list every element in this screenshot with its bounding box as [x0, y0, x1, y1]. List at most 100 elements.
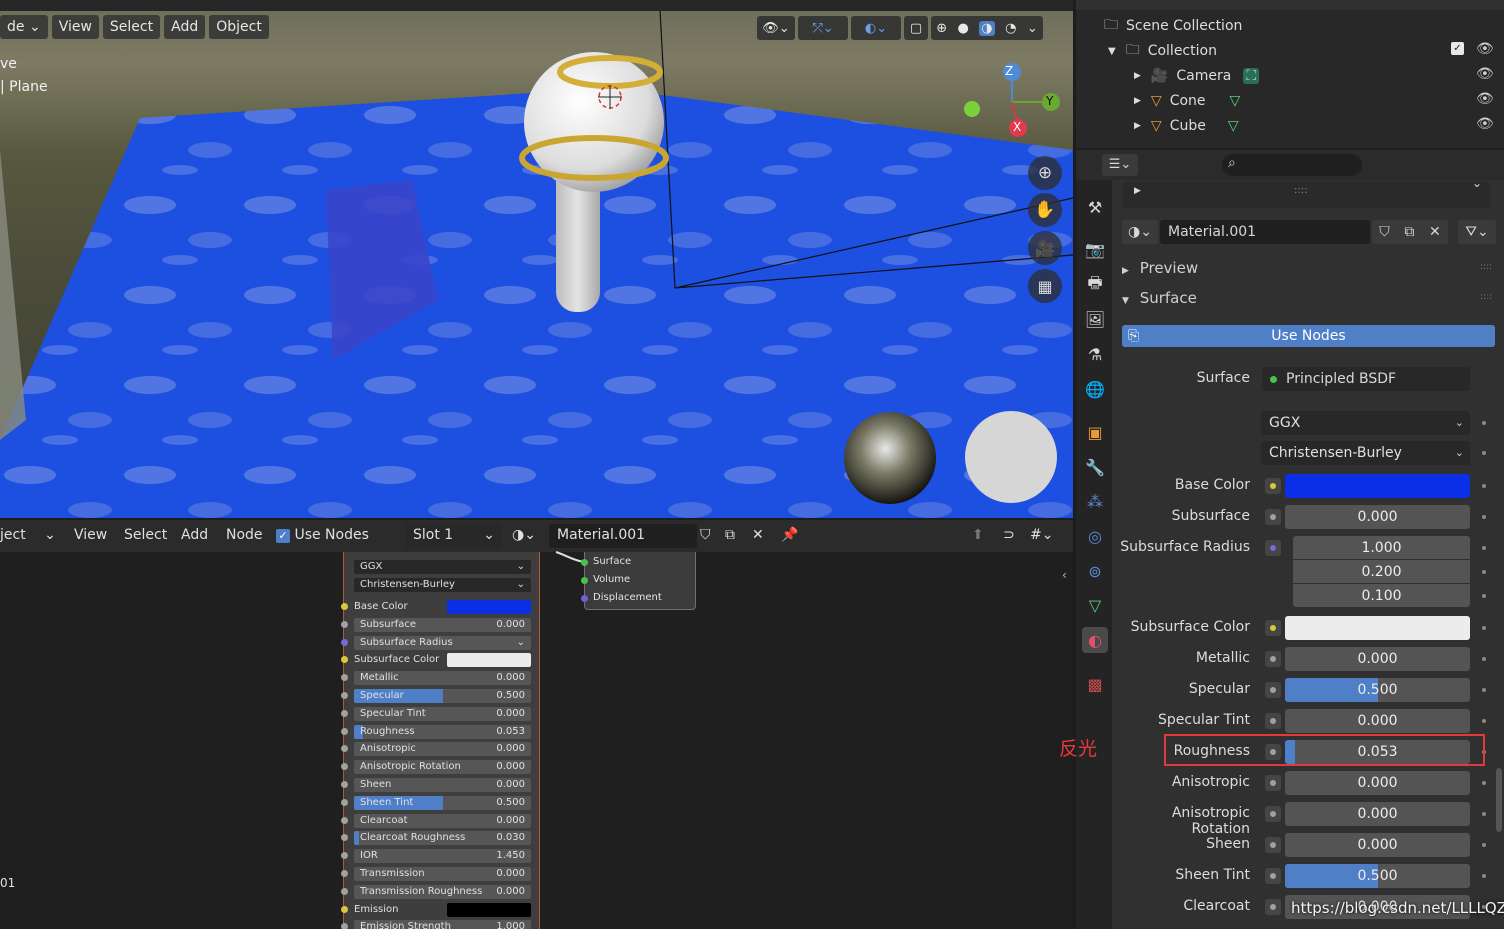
outliner-scene-collection[interactable]: 🗀 Scene Collection	[1104, 14, 1242, 38]
mode-selector[interactable]: de ⌄	[0, 15, 48, 39]
node-transmission-roughness-row[interactable]: Transmission Roughness 0.000	[354, 884, 531, 899]
shield-icon[interactable]: ⛉	[1379, 224, 1390, 240]
tab-constraints[interactable]: ⊚	[1082, 558, 1108, 584]
keyframe-dot[interactable]	[1482, 719, 1486, 723]
menu-select[interactable]: Select	[102, 15, 161, 39]
node-emission-socket[interactable]	[341, 905, 348, 913]
node-specular-tint-socket[interactable]	[341, 709, 348, 717]
displacement-socket-dot[interactable]	[581, 595, 588, 602]
keyframe-dot[interactable]	[1482, 874, 1486, 878]
drag-handle-icon[interactable]: ::::	[1294, 185, 1307, 196]
tab-object-data[interactable]: ▽	[1082, 592, 1108, 618]
tab-modifiers[interactable]: 🔧	[1082, 454, 1108, 480]
surface-shader-selector[interactable]: Principled BSDF	[1262, 367, 1470, 391]
specular-field[interactable]: 0.500	[1285, 678, 1470, 702]
output-socket-displacement[interactable]: Displacement	[593, 592, 662, 603]
node-anisotropic-row[interactable]: Anisotropic 0.000	[354, 742, 531, 757]
tab-particles[interactable]: ⁂	[1082, 488, 1108, 514]
node-distribution-dropdown[interactable]: GGX ⌄	[354, 560, 531, 574]
node-transmission-socket[interactable]	[341, 870, 348, 877]
chevron-down-icon[interactable]: ⌄	[1027, 21, 1038, 36]
subsurface-radius-component-0[interactable]: 1.000	[1293, 536, 1470, 559]
gizmo-toggle[interactable]: ⤱⌄	[798, 16, 848, 40]
collection-checkbox[interactable]: ✓	[1451, 42, 1464, 55]
metallic-socket[interactable]	[1265, 651, 1281, 667]
node-roughness-socket[interactable]	[341, 727, 348, 735]
node-clearcoat-socket[interactable]	[341, 816, 348, 824]
properties-search-input[interactable]: ⌕	[1222, 154, 1362, 176]
subsurface-radius-component-2[interactable]: 0.100	[1293, 584, 1470, 607]
keyframe-dot[interactable]	[1482, 781, 1486, 785]
anisotropic-rotation-field[interactable]: 0.000	[1285, 802, 1470, 826]
node-base-color-row[interactable]: Base Color	[354, 600, 531, 614]
distribution-dropdown[interactable]: GGX ⌄	[1261, 411, 1470, 435]
surface-drag-handle[interactable]: ::::	[1480, 292, 1492, 302]
node-base-color-swatch[interactable]	[447, 600, 531, 614]
output-socket-surface[interactable]: Surface	[593, 556, 631, 567]
node-ior-socket[interactable]	[341, 852, 348, 860]
outliner-item-camera[interactable]: ▶ 🎥 Camera ⛶	[1134, 64, 1260, 88]
node-metallic-socket[interactable]	[341, 674, 348, 682]
node-metallic-row[interactable]: Metallic 0.000	[354, 671, 531, 686]
cone-eye-icon[interactable]: 👁	[1476, 91, 1494, 107]
node-clearcoat-roughness-row[interactable]: Clearcoat Roughness 0.030	[354, 831, 531, 846]
properties-editor[interactable]: ☰⌄ ⌕ ⚒ 📷 🖶 🖼 ⚗ 🌐 ▣ 🔧 ⁂ ◎ ⊚ ▽ ◐ ▩ ▶ :::: …	[1076, 150, 1504, 929]
shader-node-editor[interactable]: ject ⌄ View Select Add Node ✓ Use Nodes …	[0, 520, 1073, 929]
material-preview-icon[interactable]: ◑	[979, 20, 995, 36]
pan-button[interactable]: ✋	[1028, 193, 1062, 227]
node-roughness-row[interactable]: Roughness 0.053	[354, 724, 531, 739]
keyframe-dot[interactable]	[1482, 515, 1486, 519]
tab-view-layer[interactable]: 🖼	[1082, 306, 1108, 332]
keyframe-dot[interactable]	[1482, 570, 1486, 574]
tab-world[interactable]: 🌐	[1082, 376, 1108, 402]
surface-socket-dot[interactable]	[581, 559, 588, 566]
keyframe-dot[interactable]	[1482, 421, 1486, 425]
sheen-tint-socket[interactable]	[1265, 868, 1281, 884]
use-nodes-button[interactable]: ⎘ Use Nodes	[1122, 325, 1495, 347]
anisotropic-rotation-socket[interactable]	[1265, 806, 1281, 822]
node-sheen-tint-row[interactable]: Sheen Tint 0.500	[354, 795, 531, 810]
tab-output[interactable]: 🖶	[1082, 272, 1108, 298]
subsurface-radius-component-1[interactable]: 0.200	[1293, 560, 1470, 583]
subsurface-socket[interactable]	[1265, 509, 1281, 525]
editor-type-button[interactable]: ☰⌄	[1102, 154, 1138, 176]
node-clearcoat-roughness-socket[interactable]	[341, 834, 348, 842]
keyframe-dot[interactable]	[1482, 451, 1486, 455]
ortho-toggle-button[interactable]: ▦	[1028, 269, 1062, 303]
tab-render[interactable]: 📷	[1082, 236, 1108, 262]
outliner-collection[interactable]: ▼ 🗀 Collection	[1108, 39, 1217, 63]
tab-texture[interactable]: ▩	[1082, 671, 1108, 697]
subsurface-color-field[interactable]	[1285, 616, 1470, 640]
keyframe-dot[interactable]	[1482, 546, 1486, 550]
node-tree-button[interactable]: ⛛⌄	[1458, 220, 1496, 244]
specular-socket[interactable]	[1265, 682, 1281, 698]
keyframe-dot[interactable]	[1482, 688, 1486, 692]
node-anisotropic-rotation-row[interactable]: Anisotropic Rotation 0.000	[354, 760, 531, 775]
cube-eye-icon[interactable]: 👁	[1476, 116, 1494, 132]
keyframe-dot[interactable]	[1482, 484, 1486, 488]
menu-object[interactable]: Object	[209, 15, 269, 39]
node-subsurface-row[interactable]: Subsurface 0.000	[354, 617, 531, 632]
node-subsurface-socket[interactable]	[341, 620, 348, 628]
node-subsurface-radius-socket[interactable]	[341, 638, 348, 646]
subsurface-field[interactable]: 0.000	[1285, 505, 1470, 529]
node-specular-socket[interactable]	[341, 692, 348, 699]
node-anisotropic-rotation-socket[interactable]	[341, 763, 348, 771]
duplicate-icon[interactable]: ⧉	[1404, 224, 1414, 240]
keyframe-dot[interactable]	[1482, 812, 1486, 816]
node-specular-tint-row[interactable]: Specular Tint 0.000	[354, 706, 531, 721]
anisotropic-socket[interactable]	[1265, 775, 1281, 791]
surface-panel-header[interactable]: ▼ Surface	[1122, 289, 1197, 307]
node-transmission-roughness-socket[interactable]	[341, 887, 348, 895]
camera-view-button[interactable]: 🎥	[1028, 231, 1062, 265]
node-anisotropic-socket[interactable]	[341, 745, 348, 753]
collapse-toggle[interactable]: ⌄	[1472, 176, 1482, 190]
principled-bsdf-node[interactable]: GGX ⌄ Christensen-Burley ⌄ Base Color Sub…	[341, 552, 540, 929]
node-subsurface-color-row[interactable]: Subsurface Color	[354, 653, 531, 668]
output-socket-volume[interactable]: Volume	[593, 574, 630, 585]
rendered-icon[interactable]: ◔	[1005, 21, 1016, 36]
visibility-toggle[interactable]: 👁⌄	[757, 16, 795, 40]
keyframe-dot[interactable]	[1482, 594, 1486, 598]
material-output-node[interactable]: Surface Volume Displacement	[581, 552, 696, 610]
metallic-field[interactable]: 0.000	[1285, 647, 1470, 671]
